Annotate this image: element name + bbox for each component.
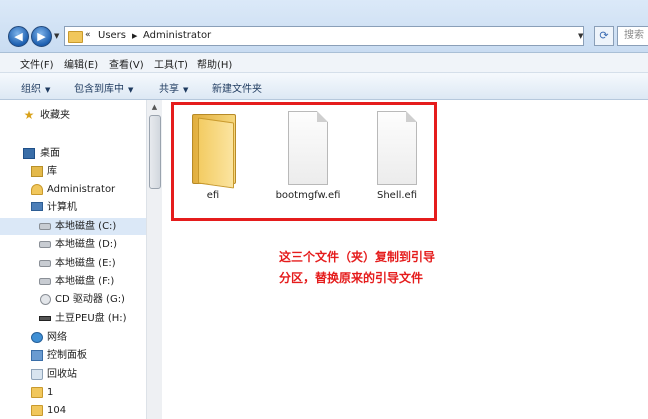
nav-item-drive-e[interactable]: 本地磁盘 (E:) — [0, 255, 146, 272]
share-label: 共享 — [159, 84, 179, 95]
document-icon — [288, 111, 328, 185]
nav-item-folder-1[interactable]: 1 — [0, 384, 146, 401]
folder-icon — [68, 31, 83, 43]
nav-item-network[interactable]: 网络 — [0, 329, 146, 346]
nav-label: 本地磁盘 (E:) — [55, 258, 116, 269]
nav-label: Administrator — [47, 184, 116, 195]
menu-file[interactable]: 文件(F) — [20, 56, 54, 71]
nav-label: 网络 — [47, 332, 67, 343]
nav-item-recycle-bin[interactable]: 回收站 — [0, 366, 146, 383]
folder-icon — [31, 387, 43, 398]
chevron-down-icon: ▼ — [128, 86, 134, 94]
library-icon — [31, 166, 43, 177]
include-in-library-label: 包含到库中 — [74, 84, 124, 95]
chevron-down-icon: ▼ — [183, 86, 189, 94]
search-input[interactable]: 搜索 — [617, 26, 648, 46]
page-fold — [317, 111, 328, 122]
command-bar: 组织 ▼ 包含到库中 ▼ 共享 ▼ 新建文件夹 — [0, 73, 648, 100]
menu-edit[interactable]: 编辑(E) — [64, 56, 98, 71]
nav-item-favorites[interactable]: ★ 收藏夹 — [0, 107, 146, 124]
navigation-pane: ★ 收藏夹 桌面 库 Administrator 计算机 本地磁盘 (C:) 本… — [0, 100, 162, 419]
chevron-down-icon: ▼ — [45, 86, 51, 94]
nav-label: 本地磁盘 (D:) — [55, 239, 118, 250]
nav-label: 回收站 — [47, 369, 77, 380]
file-item-bootmgfw[interactable]: bootmgfw.efi — [263, 106, 353, 206]
folder-front-decoration — [198, 117, 234, 189]
file-name: efi — [206, 190, 220, 201]
nav-item-drive-c[interactable]: 本地磁盘 (C:) — [0, 218, 146, 235]
address-dropdown-icon[interactable]: ▼ — [578, 32, 583, 40]
breadcrumb-users[interactable]: Users — [98, 30, 126, 41]
organize-label: 组织 — [21, 84, 41, 95]
refresh-icon[interactable]: ⟳ — [594, 26, 614, 46]
nav-item-control-panel[interactable]: 控制面板 — [0, 347, 146, 364]
nav-item-desktop[interactable]: 桌面 — [0, 145, 146, 162]
file-name: bootmgfw.efi — [275, 190, 341, 201]
address-field[interactable]: « Users ▶ Administrator — [64, 26, 584, 46]
star-icon: ★ — [23, 108, 35, 122]
menu-tools[interactable]: 工具(T) — [154, 56, 188, 71]
nav-label: 1 — [47, 387, 54, 398]
recycle-bin-icon — [31, 369, 43, 380]
nav-label: 控制面板 — [47, 350, 87, 361]
file-list-area: efi bootmgfw.efi Shell.efi 这三个文件（夹）复制到引导… — [162, 100, 648, 419]
hard-drive-icon — [39, 260, 51, 267]
nav-item-administrator[interactable]: Administrator — [0, 181, 146, 198]
nav-item-folder-104[interactable]: 104 — [0, 402, 146, 419]
file-item-shell[interactable]: Shell.efi — [352, 106, 442, 206]
annotation-text: 这三个文件（夹）复制到引导分区，替换原来的引导文件 — [279, 250, 436, 285]
nav-label: 土豆PEU盘 (H:) — [55, 313, 127, 324]
page-fold — [406, 111, 417, 122]
nav-item-drive-f[interactable]: 本地磁盘 (F:) — [0, 273, 146, 290]
chevron-right-icon[interactable]: ▶ — [132, 32, 137, 40]
menu-view[interactable]: 查看(V) — [109, 56, 144, 71]
folder-icon — [31, 405, 43, 416]
usb-drive-icon — [39, 316, 51, 321]
recent-pages-dropdown-icon[interactable]: ▼ — [54, 32, 59, 40]
user-folder-icon — [31, 184, 43, 195]
scroll-thumb[interactable] — [149, 115, 161, 189]
nav-item-drive-d[interactable]: 本地磁盘 (D:) — [0, 236, 146, 253]
desktop-icon — [23, 148, 35, 159]
file-item-efi[interactable]: efi — [168, 106, 258, 206]
document-icon — [377, 111, 417, 185]
nav-label: 桌面 — [40, 148, 60, 159]
nav-item-usb-drive[interactable]: 土豆PEU盘 (H:) — [0, 310, 146, 327]
hard-drive-icon — [39, 278, 51, 285]
back-button[interactable]: ◀ — [8, 26, 29, 47]
new-folder-button[interactable]: 新建文件夹 — [212, 80, 262, 95]
hard-drive-icon — [39, 223, 51, 230]
nav-scrollbar[interactable]: ▲ — [146, 100, 162, 419]
nav-item-libraries[interactable]: 库 — [0, 163, 146, 180]
nav-label: 收藏夹 — [40, 110, 70, 121]
scroll-up-arrow-icon[interactable]: ▲ — [147, 100, 162, 114]
network-icon — [31, 332, 43, 343]
nav-label: 库 — [47, 166, 57, 177]
nav-label: 本地磁盘 (C:) — [55, 221, 117, 232]
computer-icon — [31, 202, 43, 211]
control-panel-icon — [31, 350, 43, 361]
breadcrumb-administrator[interactable]: Administrator — [143, 30, 211, 41]
file-name: Shell.efi — [376, 190, 418, 201]
address-toolbar: ◀ ▶ ▼ « Users ▶ Administrator ▼ ⟳ 搜索 — [0, 0, 648, 53]
breadcrumb-overflow[interactable]: « — [85, 30, 91, 40]
nav-label: 本地磁盘 (F:) — [55, 276, 115, 287]
nav-item-computer[interactable]: 计算机 — [0, 199, 146, 216]
nav-item-cd-drive[interactable]: CD 驱动器 (G:) — [0, 291, 146, 308]
nav-label: CD 驱动器 (G:) — [55, 294, 125, 305]
forward-button[interactable]: ▶ — [31, 26, 52, 47]
organize-button[interactable]: 组织 ▼ — [21, 80, 50, 95]
menu-bar: 文件(F) 编辑(E) 查看(V) 工具(T) 帮助(H) — [0, 53, 648, 73]
menu-help[interactable]: 帮助(H) — [197, 56, 232, 71]
share-button[interactable]: 共享 ▼ — [159, 80, 188, 95]
cd-drive-icon — [40, 294, 51, 305]
include-in-library-button[interactable]: 包含到库中 ▼ — [74, 80, 133, 95]
nav-label: 104 — [47, 405, 67, 416]
hard-drive-icon — [39, 241, 51, 248]
nav-label: 计算机 — [47, 202, 77, 213]
